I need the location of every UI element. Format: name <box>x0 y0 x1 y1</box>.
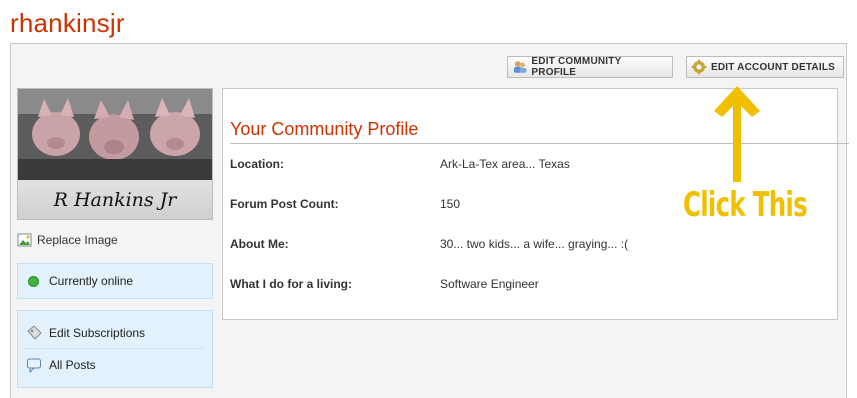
profile-row-label: Location: <box>230 157 284 171</box>
profile-row-value: Software Engineer <box>440 277 539 291</box>
avatar[interactable]: R Hankins Jr <box>17 88 213 220</box>
annotation-arrow-icon <box>714 86 760 182</box>
profile-row-label: About Me: <box>230 237 289 251</box>
profile-title: Your Community Profile <box>230 119 419 139</box>
profile-row-label: Forum Post Count: <box>230 197 339 211</box>
online-status: Currently online <box>17 263 213 299</box>
annotation-label: Click This <box>683 185 808 225</box>
online-status-label: Currently online <box>49 274 134 288</box>
replace-image-link[interactable]: Replace Image <box>17 232 118 248</box>
users-icon <box>513 61 527 73</box>
tag-icon <box>27 325 42 340</box>
links-divider <box>26 348 204 349</box>
replace-image-label: Replace Image <box>37 233 118 247</box>
avatar-photo <box>18 89 212 180</box>
edit-community-profile-button[interactable]: EDIT COMMUNITY PROFILE <box>507 56 673 78</box>
edit-account-details-button[interactable]: EDIT ACCOUNT DETAILS <box>686 56 844 78</box>
profile-links: Edit Subscriptions All Posts <box>17 310 213 388</box>
all-posts-link[interactable]: All Posts <box>26 357 96 373</box>
image-icon <box>17 233 32 247</box>
profile-row-value: Ark-La-Tex area... Texas <box>440 157 570 171</box>
profile-row-label: What I do for a living: <box>230 277 352 291</box>
edit-subscriptions-link[interactable]: Edit Subscriptions <box>26 325 145 341</box>
edit-account-details-label: EDIT ACCOUNT DETAILS <box>711 61 835 73</box>
profile-row-value: 30... two kids... a wife... graying... :… <box>440 237 629 251</box>
profile-username: rhankinsjr <box>10 8 125 38</box>
avatar-caption: R Hankins Jr <box>18 180 212 219</box>
edit-community-profile-label: EDIT COMMUNITY PROFILE <box>531 56 622 78</box>
gear-icon <box>691 59 707 75</box>
all-posts-label: All Posts <box>49 358 96 372</box>
edit-subscriptions-label: Edit Subscriptions <box>49 326 146 340</box>
speech-bubble-icon <box>27 358 41 373</box>
online-status-icon <box>28 275 39 287</box>
